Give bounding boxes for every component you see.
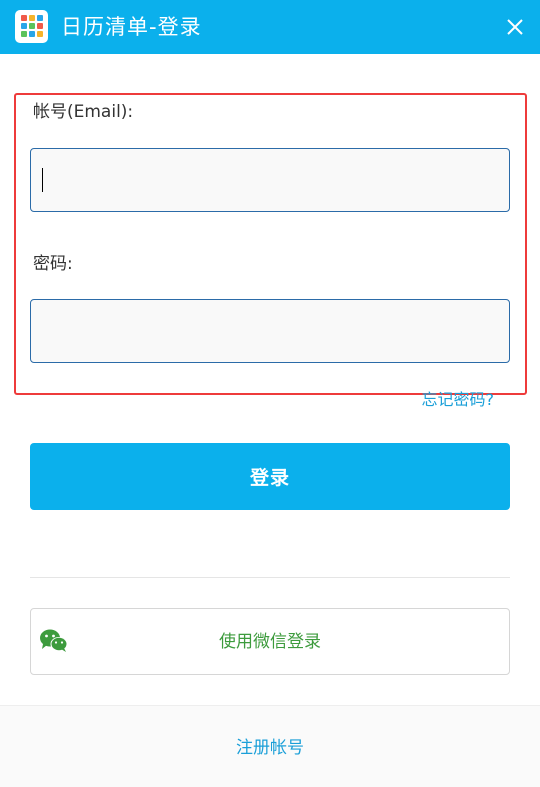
password-label: 密码: — [33, 254, 73, 274]
close-button[interactable] — [496, 8, 534, 46]
window-title: 日历清单-登录 — [61, 15, 202, 39]
wechat-login-label: 使用微信登录 — [219, 632, 321, 652]
calendar-grid-icon — [15, 10, 48, 43]
email-field[interactable] — [30, 148, 510, 212]
wechat-login-button[interactable]: 使用微信登录 — [30, 608, 510, 675]
forgot-password-link[interactable]: 忘记密码? — [422, 389, 495, 411]
password-field[interactable] — [30, 299, 510, 363]
divider — [30, 577, 510, 578]
footer: 注册帐号 — [0, 705, 540, 787]
register-link[interactable]: 注册帐号 — [0, 736, 540, 760]
close-icon — [507, 19, 523, 35]
email-label: 帐号(Email): — [33, 102, 134, 122]
title-bar: 日历清单-登录 — [0, 0, 540, 54]
text-caret — [42, 168, 43, 192]
login-button[interactable]: 登录 — [30, 443, 510, 510]
